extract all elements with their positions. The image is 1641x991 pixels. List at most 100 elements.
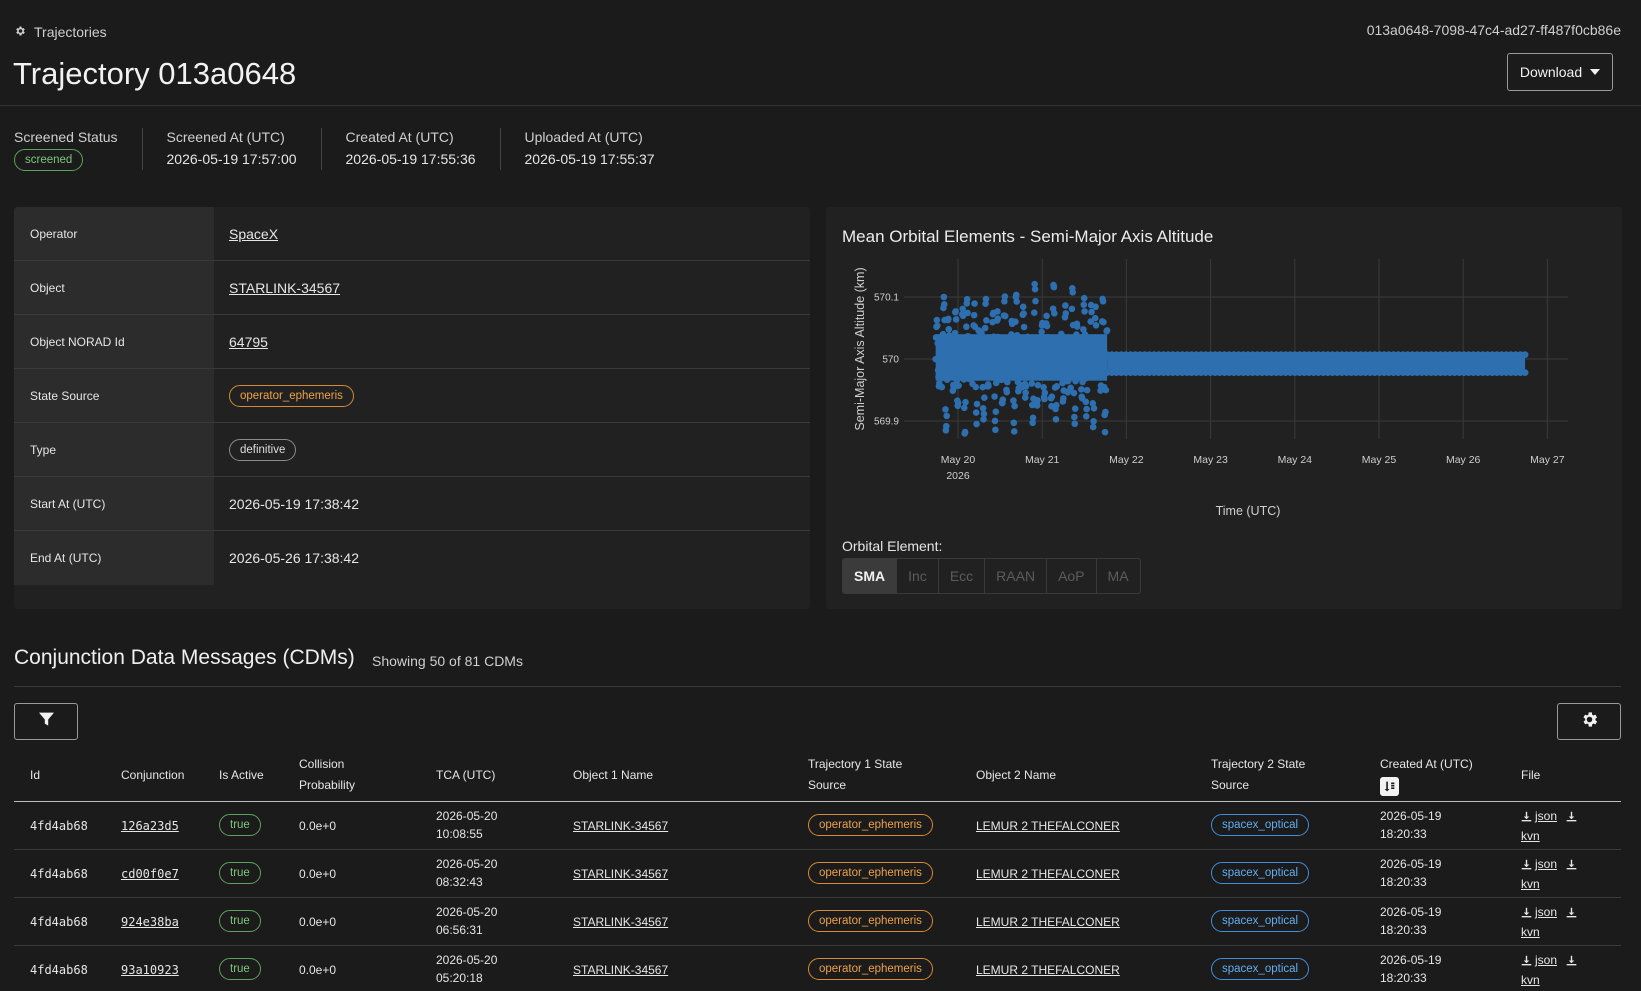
object2-link[interactable]: LEMUR 2 THEFALCONER bbox=[976, 961, 1120, 979]
table-row[interactable]: 4fd4ab68 126a23d5 true 0.0e+0 2026-05-20… bbox=[14, 802, 1621, 850]
cell-id: 4fd4ab68 bbox=[30, 963, 88, 977]
json-download-link[interactable]: json bbox=[1521, 807, 1557, 825]
col-header-conjunction[interactable]: Conjunction bbox=[121, 765, 184, 786]
orbital-option-inc[interactable]: Inc bbox=[896, 559, 938, 593]
kvn-download-link[interactable] bbox=[1566, 907, 1577, 918]
sma-point bbox=[982, 295, 990, 303]
json-download-link[interactable]: json bbox=[1521, 951, 1557, 969]
table-row[interactable]: 4fd4ab68 93a10923 true 0.0e+0 2026-05-20… bbox=[14, 946, 1621, 991]
sma-point bbox=[973, 400, 981, 408]
col-header-collision-probability[interactable]: Collision Probability bbox=[299, 754, 355, 796]
x-tick-label: May 25 bbox=[1362, 454, 1397, 466]
sma-point bbox=[979, 404, 987, 412]
kvn-link[interactable]: kvn bbox=[1521, 973, 1540, 987]
object1-link[interactable]: STARLINK-34567 bbox=[573, 961, 668, 979]
col-header-traj1-source[interactable]: Trajectory 1 State Source bbox=[808, 754, 902, 796]
table-settings-button[interactable] bbox=[1557, 703, 1621, 740]
sma-point bbox=[1073, 323, 1081, 330]
kvn-link[interactable]: kvn bbox=[1521, 925, 1540, 939]
sma-point bbox=[1003, 388, 1011, 396]
sma-point bbox=[992, 426, 999, 434]
col-header-created-at[interactable]: Created At (UTC) bbox=[1380, 754, 1473, 797]
object2-link[interactable]: LEMUR 2 THEFALCONER bbox=[976, 865, 1120, 883]
sma-point bbox=[971, 300, 978, 307]
sma-point bbox=[1078, 386, 1085, 393]
orbital-element-selector[interactable]: SMA Inc Ecc RAAN AoP MA bbox=[842, 558, 1141, 594]
norad-id-link[interactable]: 64795 bbox=[229, 334, 268, 350]
table-row[interactable]: 4fd4ab68 924e38ba true 0.0e+0 2026-05-20… bbox=[14, 898, 1621, 946]
col-header-traj2-source[interactable]: Trajectory 2 State Source bbox=[1211, 754, 1305, 796]
object1-link[interactable]: STARLINK-34567 bbox=[573, 865, 668, 883]
object-link[interactable]: STARLINK-34567 bbox=[229, 280, 340, 296]
kvn-download-link[interactable] bbox=[1566, 859, 1577, 870]
sma-point bbox=[1022, 382, 1030, 390]
kvn-link[interactable]: kvn bbox=[1521, 877, 1540, 891]
download-button[interactable]: Download bbox=[1507, 53, 1613, 91]
breadcrumb-link[interactable]: Trajectories bbox=[34, 24, 107, 40]
json-download-link[interactable]: json bbox=[1521, 855, 1557, 873]
table-row[interactable]: 4fd4ab68 cd00f0e7 true 0.0e+0 2026-05-20… bbox=[14, 850, 1621, 898]
orbital-option-raan[interactable]: RAAN bbox=[984, 559, 1046, 593]
download-icon bbox=[1567, 811, 1577, 821]
tca-time: 08:32:43 bbox=[436, 875, 483, 889]
x-tick-label: May 26 bbox=[1446, 454, 1481, 466]
sma-point bbox=[963, 323, 970, 331]
sma-point bbox=[1041, 395, 1048, 403]
sma-steady-band bbox=[1107, 355, 1526, 372]
filter-button[interactable] bbox=[14, 703, 78, 740]
col-header-object2[interactable]: Object 2 Name bbox=[976, 765, 1056, 786]
tca-date: 2026-05-20 bbox=[436, 857, 498, 871]
object1-link[interactable]: STARLINK-34567 bbox=[573, 817, 668, 835]
download-icon bbox=[1567, 859, 1577, 869]
kvn-link[interactable]: kvn bbox=[1521, 829, 1540, 843]
state-source-badge: operator_ephemeris bbox=[229, 384, 354, 407]
sma-point bbox=[981, 394, 988, 401]
breadcrumb[interactable]: Trajectories bbox=[14, 24, 107, 40]
x-axis-label: Time (UTC) bbox=[1216, 504, 1281, 518]
col-header-object1[interactable]: Object 1 Name bbox=[573, 765, 653, 786]
sma-point bbox=[1091, 314, 1099, 322]
cell-file: json kvn bbox=[1521, 903, 1611, 941]
created-date: 2026-05-19 bbox=[1380, 905, 1442, 919]
sort-icon[interactable] bbox=[1380, 777, 1399, 797]
sma-point bbox=[1070, 389, 1078, 397]
orbital-option-ma[interactable]: MA bbox=[1095, 559, 1140, 593]
sma-point bbox=[973, 420, 980, 428]
sma-point bbox=[1041, 389, 1049, 397]
orbital-option-sma[interactable]: SMA bbox=[843, 559, 897, 593]
sma-point bbox=[994, 308, 1001, 315]
table-header: Id Conjunction Is Active Collision Proba… bbox=[14, 750, 1621, 802]
sma-point bbox=[1089, 423, 1097, 431]
cell-created: 2026-05-19 18:20:33 bbox=[1380, 903, 1441, 939]
sma-point bbox=[1050, 283, 1058, 291]
sma-plot[interactable]: May 20 May 21 May 22 May 23 May 24 May 25 May … bbox=[826, 207, 1622, 527]
kvn-download-link[interactable] bbox=[1566, 955, 1577, 966]
object1-link[interactable]: STARLINK-34567 bbox=[573, 913, 668, 931]
download-icon bbox=[1521, 907, 1532, 917]
conjunction-link[interactable]: 93a10923 bbox=[121, 961, 179, 979]
active-badge: true bbox=[219, 862, 261, 884]
stat-label: Screened At (UTC) bbox=[166, 129, 285, 145]
object2-link[interactable]: LEMUR 2 THEFALCONER bbox=[976, 913, 1120, 931]
download-icon bbox=[1521, 811, 1532, 821]
created-time: 18:20:33 bbox=[1380, 875, 1427, 889]
sma-point bbox=[955, 382, 962, 389]
object2-link[interactable]: LEMUR 2 THEFALCONER bbox=[976, 817, 1120, 835]
sma-point bbox=[1092, 303, 1099, 311]
sma-point bbox=[1010, 397, 1017, 404]
orbital-elements-chart-card: Mean Orbital Elements - Semi-Major Axis … bbox=[826, 207, 1622, 609]
operator-link[interactable]: SpaceX bbox=[229, 226, 278, 242]
conjunction-link[interactable]: 924e38ba bbox=[121, 913, 179, 931]
col-header-id[interactable]: Id bbox=[30, 765, 40, 786]
orbital-option-aop[interactable]: AoP bbox=[1046, 559, 1095, 593]
tca-date: 2026-05-20 bbox=[436, 953, 498, 967]
conjunction-link[interactable]: 126a23d5 bbox=[121, 817, 179, 835]
col-header-tca[interactable]: TCA (UTC) bbox=[436, 765, 495, 786]
col-header-is-active[interactable]: Is Active bbox=[219, 765, 264, 786]
sma-point bbox=[943, 422, 950, 430]
orbital-option-ecc[interactable]: Ecc bbox=[937, 559, 984, 593]
kvn-download-link[interactable] bbox=[1566, 811, 1577, 822]
col-header-line: Collision bbox=[299, 757, 345, 771]
json-download-link[interactable]: json bbox=[1521, 903, 1557, 921]
conjunction-link[interactable]: cd00f0e7 bbox=[121, 865, 179, 883]
